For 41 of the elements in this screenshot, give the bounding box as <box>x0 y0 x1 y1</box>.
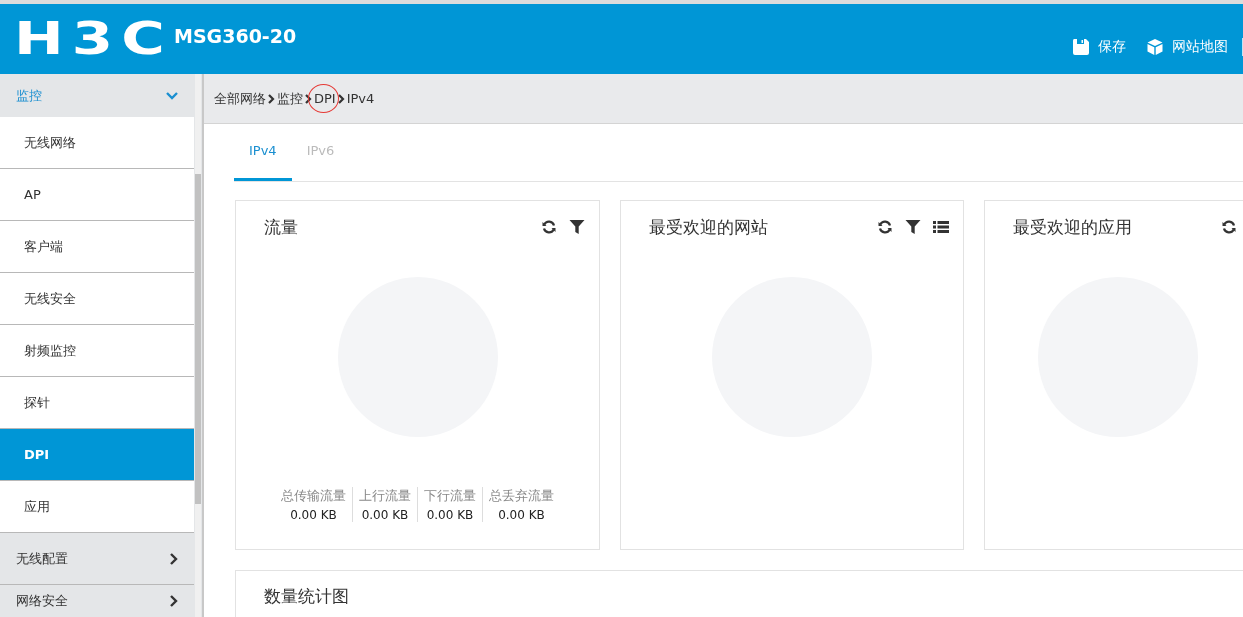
menu-item[interactable]: 无线网络 <box>0 117 194 169</box>
chevron-right-icon <box>337 93 345 104</box>
menu-item[interactable]: 应用 <box>0 481 194 533</box>
breadcrumb-link[interactable]: IPv4 <box>346 91 375 106</box>
card-title: 流量 <box>264 215 298 239</box>
card-title: 最受欢迎的网站 <box>649 215 768 239</box>
card-title: 数量统计图 <box>264 586 349 606</box>
model-name: MSG360-20 <box>174 25 297 47</box>
breadcrumb-link[interactable]: 全部网络 <box>214 90 266 106</box>
refresh-icon[interactable] <box>541 219 557 235</box>
refresh-icon[interactable] <box>877 219 893 235</box>
stat-value: 0.00 KB <box>361 508 409 522</box>
stat-value: 0.00 KB <box>498 508 545 522</box>
menu-group[interactable]: 网络安全 <box>0 585 194 616</box>
stat-label: 下行流量 <box>424 487 476 505</box>
stat-value: 0.00 KB <box>290 508 337 522</box>
scrollbar-thumb[interactable] <box>195 174 201 504</box>
stat-label: 上行流量 <box>359 487 411 505</box>
chevron-right-icon <box>268 93 275 104</box>
chevron-right-icon <box>170 552 178 565</box>
chevron-down-icon <box>166 91 178 100</box>
menu-item[interactable]: 射频监控 <box>0 325 194 377</box>
card-title: 最受欢迎的应用 <box>1013 215 1132 239</box>
cube-icon <box>1146 38 1164 56</box>
menu-item[interactable]: 无线安全 <box>0 273 194 325</box>
menu-item[interactable]: 探针 <box>0 377 194 429</box>
menu-item[interactable]: 客户端 <box>0 221 194 273</box>
list-icon[interactable] <box>933 220 949 234</box>
tab[interactable]: IPv4 <box>234 123 292 181</box>
stat-value: 0.00 KB <box>426 508 474 522</box>
breadcrumb-link[interactable]: 监控 <box>277 90 303 106</box>
menu-item[interactable]: AP <box>0 169 194 221</box>
filter-icon[interactable] <box>569 219 585 235</box>
chevron-right-icon <box>305 93 312 104</box>
refresh-icon[interactable] <box>1221 219 1237 235</box>
breadcrumb-link[interactable]: DPI <box>314 91 336 106</box>
chevron-right-icon <box>170 594 178 607</box>
menu-group[interactable]: 无线配置 <box>0 533 194 585</box>
stat-label: 总传输流量 <box>281 487 346 505</box>
stat-label: 总丢弃流量 <box>489 487 554 505</box>
filter-icon[interactable] <box>905 219 921 235</box>
